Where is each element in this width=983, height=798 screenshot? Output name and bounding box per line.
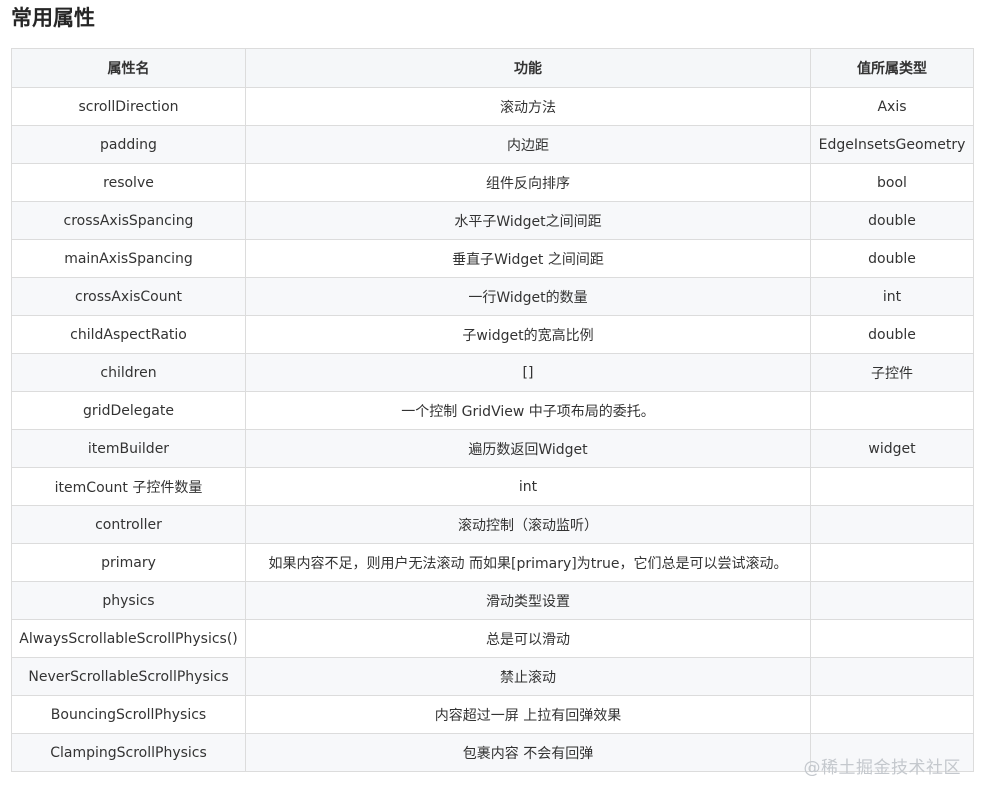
cell-function: 包裹内容 不会有回弹 (245, 733, 811, 772)
cell-function: 水平子Widget之间间距 (245, 201, 811, 240)
cell-function: 子widget的宽高比例 (245, 315, 811, 354)
cell-property-name: children (11, 353, 246, 392)
table-row: itemBuilder 遍历数返回Widget widget (11, 429, 974, 468)
properties-table: 属性名 功能 值所属类型 scrollDirection 滚动方法 Axis padd… (11, 48, 974, 772)
table-row: physics 滑动类型设置 (11, 581, 974, 620)
cell-function: 总是可以滑动 (245, 619, 811, 658)
cell-property-name: physics (11, 581, 246, 620)
table-row: resolve 组件反向排序 bool (11, 163, 974, 202)
table-row: mainAxisSpancing 垂直子Widget 之间间距 double (11, 239, 974, 278)
cell-value-type (810, 467, 974, 506)
cell-property-name: BouncingScrollPhysics (11, 695, 246, 734)
cell-function: 垂直子Widget 之间间距 (245, 239, 811, 278)
header-property-name: 属性名 (11, 48, 246, 88)
cell-function: 内容超过一屏 上拉有回弹效果 (245, 695, 811, 734)
table-row: controller 滚动控制（滚动监听） (11, 505, 974, 544)
cell-property-name: NeverScrollableScrollPhysics (11, 657, 246, 696)
table-row: NeverScrollableScrollPhysics 禁止滚动 (11, 657, 974, 696)
cell-value-type (810, 695, 974, 734)
cell-property-name: controller (11, 505, 246, 544)
cell-property-name: gridDelegate (11, 391, 246, 430)
table-row: children[] 子控件 (11, 353, 974, 392)
cell-property-name: AlwaysScrollableScrollPhysics() (11, 619, 246, 658)
cell-function: int (245, 467, 811, 506)
cell-value-type: double (810, 201, 974, 240)
header-function: 功能 (245, 48, 811, 88)
cell-value-type (810, 505, 974, 544)
cell-property-name: childAspectRatio (11, 315, 246, 354)
cell-function: 遍历数返回Widget (245, 429, 811, 468)
cell-function: 一行Widget的数量 (245, 277, 811, 316)
table-row: crossAxisSpancing 水平子Widget之间间距 double (11, 201, 974, 240)
table-row: padding 内边距 EdgeInsetsGeometry (11, 125, 974, 164)
cell-property-name: crossAxisSpancing (11, 201, 246, 240)
cell-value-type (810, 543, 974, 582)
cell-value-type (810, 581, 974, 620)
cell-value-type: Axis (810, 87, 974, 126)
cell-property-name: mainAxisSpancing (11, 239, 246, 278)
table-row: BouncingScrollPhysics 内容超过一屏 上拉有回弹效果 (11, 695, 974, 734)
table-row: childAspectRatio 子widget的宽高比例 double (11, 315, 974, 354)
cell-property-name: padding (11, 125, 246, 164)
cell-function: 一个控制 GridView 中子项布局的委托。 (245, 391, 811, 430)
cell-value-type: 子控件 (810, 353, 974, 392)
cell-property-name: ClampingScrollPhysics (11, 733, 246, 772)
cell-property-name: itemBuilder (11, 429, 246, 468)
cell-function: [] (245, 353, 811, 392)
cell-value-type (810, 391, 974, 430)
cell-value-type (810, 619, 974, 658)
cell-property-name: scrollDirection (11, 87, 246, 126)
cell-function: 组件反向排序 (245, 163, 811, 202)
header-value-type: 值所属类型 (810, 48, 974, 88)
section-heading: 常用属性 (11, 6, 95, 30)
cell-value-type: double (810, 239, 974, 278)
watermark: @稀土掘金技术社区 (803, 758, 961, 778)
table-row: primary 如果内容不足，则用户无法滚动 而如果[primary]为true，… (11, 543, 974, 582)
cell-function: 滑动类型设置 (245, 581, 811, 620)
cell-value-type (810, 657, 974, 696)
cell-property-name: primary (11, 543, 246, 582)
cell-value-type: EdgeInsetsGeometry (810, 125, 974, 164)
table-row: AlwaysScrollableScrollPhysics() 总是可以滑动 (11, 619, 974, 658)
cell-function: 滚动方法 (245, 87, 811, 126)
cell-function: 禁止滚动 (245, 657, 811, 696)
table-row: gridDelegate 一个控制 GridView 中子项布局的委托。 (11, 391, 974, 430)
cell-function: 滚动控制（滚动监听） (245, 505, 811, 544)
cell-function: 内边距 (245, 125, 811, 164)
cell-property-name: resolve (11, 163, 246, 202)
table-row: scrollDirection 滚动方法 Axis (11, 87, 974, 126)
cell-value-type: bool (810, 163, 974, 202)
cell-value-type: int (810, 277, 974, 316)
table-row: crossAxisCount 一行Widget的数量 int (11, 277, 974, 316)
cell-function: 如果内容不足，则用户无法滚动 而如果[primary]为true，它们总是可以尝… (245, 543, 811, 582)
cell-value-type: double (810, 315, 974, 354)
table-header-row: 属性名 功能 值所属类型 (11, 48, 974, 88)
table-row: itemCount 子控件数量 int (11, 467, 974, 506)
cell-property-name: itemCount 子控件数量 (11, 467, 246, 506)
cell-value-type: widget (810, 429, 974, 468)
cell-property-name: crossAxisCount (11, 277, 246, 316)
